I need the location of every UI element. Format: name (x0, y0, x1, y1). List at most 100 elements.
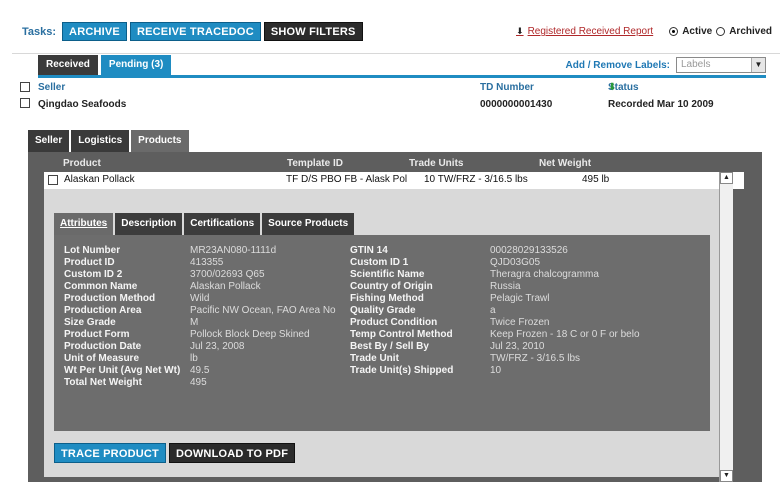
labels-area: Add / Remove Labels: Labels ▼ (566, 57, 766, 73)
row-status: Recorded Mar 10 2009 (608, 99, 714, 110)
attr-key: Temp Control Method (350, 329, 453, 340)
col-net-weight: Net Weight (539, 158, 592, 169)
col-td-number: TD Number (480, 82, 534, 93)
attr-value: Theragra chalcogramma (490, 269, 599, 280)
attr-key: Total Net Weight (64, 377, 142, 388)
list-tabs: Received Pending (3) Add / Remove Labels… (38, 55, 766, 78)
scroll-up-arrow-icon[interactable]: ▲ (720, 172, 733, 184)
attr-value: Pacific NW Ocean, FAO Area No (190, 305, 336, 316)
active-radio-label: Active (682, 26, 713, 37)
attr-value: QJD03G05 (490, 257, 541, 268)
attr-key: Scientific Name (350, 269, 425, 280)
table-header: Seller TD Number Status ⬇ (20, 82, 760, 96)
product-detail-tabs: Attributes Description Certifications So… (54, 213, 356, 235)
labels-select[interactable]: Labels ▼ (676, 57, 766, 73)
attr-key: Production Method (64, 293, 156, 304)
attr-value: Pollock Block Deep Skined (190, 329, 310, 340)
tab-seller[interactable]: Seller (28, 130, 70, 152)
attr-key: Custom ID 2 (64, 269, 123, 280)
attr-key: Common Name (64, 281, 138, 292)
action-buttons: TRACE PRODUCT DOWNLOAD TO PDF (54, 443, 298, 463)
attr-value: M (190, 317, 199, 328)
trace-product-button[interactable]: TRACE PRODUCT (54, 443, 166, 463)
tab-pending[interactable]: Pending (3) (100, 55, 172, 75)
attr-key: Quality Grade (350, 305, 416, 316)
tab-received[interactable]: Received (38, 55, 98, 75)
show-filters-button[interactable]: SHOW FILTERS (263, 22, 363, 41)
attr-value: 00028029133526 (490, 245, 568, 256)
attr-value: Keep Frozen - 18 C or 0 F or belo (490, 329, 640, 340)
attr-key: Product Condition (350, 317, 438, 328)
attr-key: Trade Unit (350, 353, 399, 364)
attr-key: Fishing Method (350, 293, 424, 304)
tab-logistics[interactable]: Logistics (71, 130, 130, 152)
chevron-down-icon: ▼ (751, 58, 765, 72)
attr-value: 3700/02693 Q65 (190, 269, 265, 280)
attr-value: Pelagic Trawl (490, 293, 550, 304)
attr-key: Country of Origin (350, 281, 433, 292)
product-row[interactable]: Alaskan Pollack TF D/S PBO FB - Alask Po… (44, 172, 744, 189)
attr-value: Jul 23, 2010 (490, 341, 545, 352)
product-weight: 495 lb (582, 174, 610, 185)
col-product: Product (63, 158, 101, 169)
products-header: Product Template ID Trade Units Net Weig… (63, 158, 753, 170)
attr-value: Alaskan Pollack (190, 281, 261, 292)
sort-down-arrow-icon[interactable]: ⬇ (608, 82, 616, 93)
archived-radio[interactable] (716, 27, 726, 36)
archived-radio-label: Archived (729, 26, 772, 37)
attr-key: Product Form (64, 329, 130, 340)
attr-value: Twice Frozen (490, 317, 550, 328)
row-td-number: 0000000001430 (480, 99, 553, 110)
attr-key: Size Grade (64, 317, 116, 328)
task-bar: Tasks: ARCHIVE RECEIVE TRACEDOC SHOW FIL… (12, 10, 780, 54)
row-checkbox[interactable] (20, 98, 30, 108)
row-seller: Qingdao Seafoods (38, 99, 127, 110)
product-checkbox[interactable] (48, 175, 58, 185)
product-template: TF D/S PBO FB - Alask Pol (286, 174, 408, 185)
col-template-id: Template ID (287, 158, 343, 169)
select-all-checkbox[interactable] (20, 82, 30, 92)
attr-value: 495 (190, 377, 207, 388)
table-row[interactable]: Qingdao Seafoods 0000000001430 Recorded … (20, 98, 760, 112)
attr-key: Unit of Measure (64, 353, 140, 364)
attr-key: Production Area (64, 305, 142, 316)
tab-products[interactable]: Products (131, 130, 189, 152)
attr-key: Best By / Sell By (350, 341, 429, 352)
product-name: Alaskan Pollack (64, 174, 135, 185)
attributes-grid: Lot Number MR23AN080-1111d Product ID 41… (54, 235, 710, 431)
attr-key: GTIN 14 (350, 245, 388, 256)
tab-source-products[interactable]: Source Products (262, 213, 355, 235)
attr-value: 10 (490, 365, 502, 376)
attr-key: Lot Number (64, 245, 121, 256)
tasks-label: Tasks: (22, 25, 57, 38)
labels-select-value: Labels (681, 59, 711, 70)
registered-received-report-link[interactable]: ⬇ Registered Received Report (516, 26, 653, 37)
status-radio-group: Active Archived (669, 26, 772, 37)
attr-value: lb (190, 353, 198, 364)
add-remove-labels-link[interactable]: Add / Remove Labels: (566, 60, 670, 71)
tab-description[interactable]: Description (115, 213, 183, 235)
active-radio[interactable] (669, 27, 679, 36)
attr-key: Production Date (64, 341, 142, 352)
scrollbar[interactable]: ▲ ▼ (719, 172, 733, 482)
attr-value: a (490, 305, 496, 316)
tab-certifications[interactable]: Certifications (184, 213, 261, 235)
archive-button[interactable]: ARCHIVE (62, 22, 127, 41)
attr-key: Trade Unit(s) Shipped (350, 365, 454, 376)
download-arrow-icon: ⬇ (516, 26, 524, 36)
download-pdf-button[interactable]: DOWNLOAD TO PDF (168, 443, 296, 463)
receive-tracedoc-button[interactable]: RECEIVE TRACEDOC (129, 22, 261, 41)
attr-value: Russia (490, 281, 521, 292)
scroll-down-arrow-icon[interactable]: ▼ (720, 470, 733, 482)
attr-key: Product ID (64, 257, 115, 268)
attr-key: Wt Per Unit (Avg Net Wt) (64, 365, 181, 376)
tab-attributes[interactable]: Attributes (54, 213, 114, 235)
col-seller: Seller (38, 82, 66, 93)
product-detail: Attributes Description Certifications So… (44, 189, 720, 477)
attr-value: Wild (190, 293, 210, 304)
product-units: 10 TW/FRZ - 3/16.5 lbs (424, 174, 528, 185)
attr-value: 49.5 (190, 365, 210, 376)
detail-tabs: Seller Logistics Products (28, 130, 191, 152)
report-link-label: Registered Received Report (527, 26, 654, 37)
products-panel: Product Template ID Trade Units Net Weig… (28, 152, 762, 482)
